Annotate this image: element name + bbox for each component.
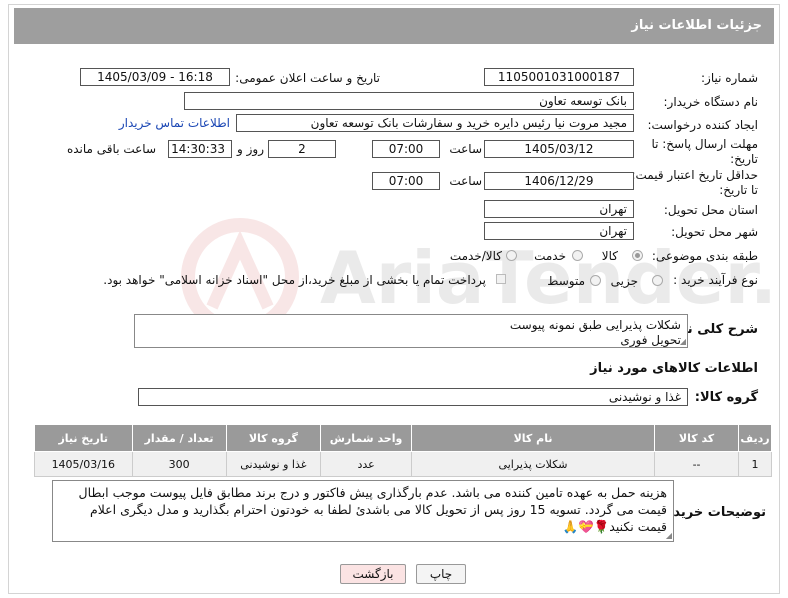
deadline-date-field: 1405/03/12 — [484, 140, 634, 158]
process-option-medium: متوسط — [547, 274, 585, 288]
category-option-service: خدمت — [534, 249, 566, 263]
remaining-time-field: 14:30:33 — [168, 140, 232, 158]
cell-date: 1405/03/16 — [34, 451, 133, 477]
announce-label: تاریخ و ساعت اعلان عمومی: — [235, 71, 380, 85]
cell-code: -- — [654, 451, 740, 477]
buyer-field: بانک توسعه تعاون — [184, 92, 634, 110]
remaining-time-label: ساعت باقی مانده — [66, 142, 156, 156]
items-table: ردیف کد کالا نام کالا واحد شمارش گروه کا… — [34, 424, 772, 477]
validity-time-field: 07:00 — [372, 172, 440, 190]
cell-unit: عدد — [320, 451, 412, 477]
col-header-unit: واحد شمارش — [320, 424, 412, 452]
validity-label-line1: حداقل تاریخ اعتبار قیمت: — [631, 168, 758, 182]
deadline-time-field: 07:00 — [372, 140, 440, 158]
col-header-quantity: تعداد / مقدار — [131, 424, 227, 452]
page-header: جزئیات اطلاعات نیاز — [14, 8, 774, 44]
resize-handle-icon[interactable]: ◢ — [680, 338, 686, 346]
process-label: نوع فرآیند خرید : — [673, 273, 758, 287]
buyer-notes-textarea: هزینه حمل به عهده تامین کننده می باشد. ع… — [52, 480, 674, 542]
page-title: جزئیات اطلاعات نیاز — [631, 18, 762, 33]
province-field: تهران — [484, 200, 634, 218]
city-field: تهران — [484, 222, 634, 240]
announce-field: 1405/03/09 - 16:18 — [80, 68, 230, 86]
days-remaining-field: 2 — [268, 140, 336, 158]
goods-group-label: گروه کالا: — [694, 390, 758, 405]
deadline-label-line1: مهلت ارسال پاسخ: تا — [651, 137, 758, 151]
summary-line-1: شکلات پذیرایی طبق نمونه پیوست — [509, 318, 681, 332]
cell-group: غذا و نوشیدنی — [225, 451, 322, 477]
validity-label-line2: تا تاریخ: — [719, 183, 758, 197]
process-radio-minor[interactable] — [652, 275, 663, 286]
col-header-name: نام کالا — [410, 424, 656, 452]
summary-textarea: شکلات پذیرایی طبق نمونه پیوست تحویل فوری… — [134, 314, 688, 348]
city-label: شهر محل تحویل: — [671, 225, 758, 239]
category-radio-service[interactable] — [572, 250, 583, 261]
table-row: 1 -- شکلات پذیرایی عدد غذا و نوشیدنی 300… — [34, 451, 772, 477]
category-radio-goods-service[interactable] — [506, 250, 517, 261]
validity-hour-label: ساعت — [449, 174, 482, 188]
col-header-date: تاریخ نیاز — [34, 424, 133, 452]
validity-date-field: 1406/12/29 — [484, 172, 634, 190]
buyer-notes-text: هزینه حمل به عهده تامین کننده می باشد. ع… — [78, 485, 667, 534]
category-option-goods: کالا — [601, 249, 618, 263]
summary-line-2: تحویل فوری — [620, 333, 681, 347]
category-label: طبقه بندی موضوعی: — [651, 249, 758, 263]
col-header-group: گروه کالا — [225, 424, 322, 452]
creator-label: ایجاد کننده درخواست: — [647, 118, 758, 132]
category-radio-goods[interactable] — [632, 250, 643, 261]
col-header-row: ردیف — [738, 424, 772, 452]
goods-group-field: غذا و نوشیدنی — [138, 388, 688, 406]
table-header-row: ردیف کد کالا نام کالا واحد شمارش گروه کا… — [34, 424, 772, 452]
resize-handle-icon[interactable]: ◢ — [666, 532, 672, 540]
process-radio-medium[interactable] — [590, 275, 601, 286]
deadline-label-line2: تاریخ: — [730, 152, 758, 166]
process-option-minor: جزیی — [610, 274, 638, 288]
buyer-label: نام دستگاه خریدار: — [663, 95, 759, 109]
deadline-hour-label: ساعت — [449, 142, 482, 156]
print-button[interactable]: چاپ — [416, 564, 466, 584]
goods-section-title: اطلاعات کالاهای مورد نیاز — [590, 361, 758, 376]
col-header-code: کد کالا — [654, 424, 740, 452]
cell-row-number: 1 — [738, 451, 772, 477]
treasury-payment-checkbox[interactable] — [496, 274, 506, 284]
buyer-contact-link[interactable]: اطلاعات تماس خریدار — [119, 116, 230, 130]
creator-field: مجید مروت نیا رئیس دایره خرید و سفارشات … — [236, 114, 634, 132]
days-label: روز و — [237, 142, 264, 156]
treasury-payment-note: پرداخت تمام یا بخشی از مبلغ خرید،از محل … — [103, 273, 486, 287]
need-number-label: شماره نیاز: — [701, 71, 758, 85]
province-label: استان محل تحویل: — [663, 203, 758, 217]
cell-name: شکلات پذیرایی — [410, 451, 656, 477]
back-button[interactable]: بازگشت — [340, 564, 406, 584]
cell-quantity: 300 — [131, 451, 227, 477]
need-number-field: 1105001031000187 — [484, 68, 634, 86]
category-option-goods-service: کالا/خدمت — [449, 249, 502, 263]
